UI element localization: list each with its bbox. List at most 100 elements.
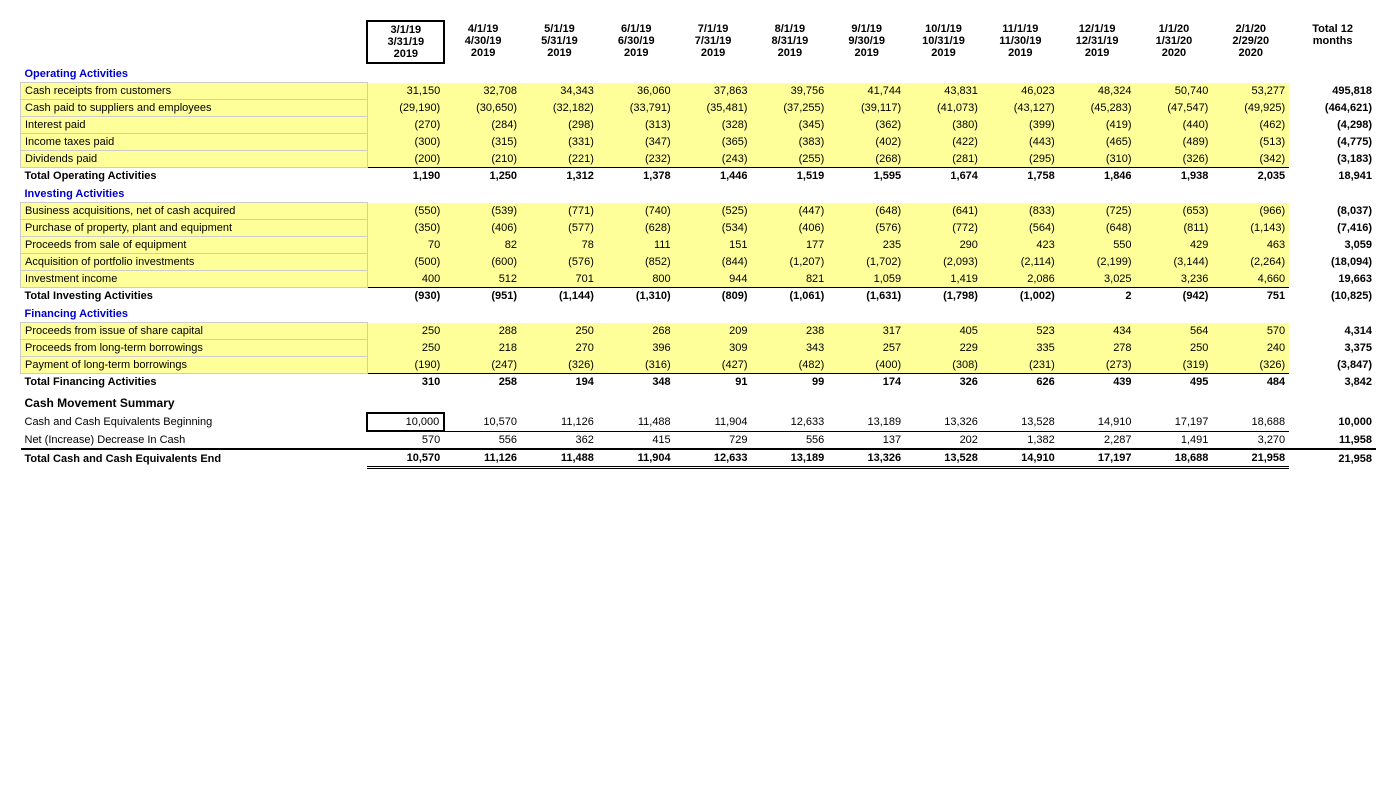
header-total-col: Total 12months <box>1289 21 1376 63</box>
header-col-3: 6/1/196/30/192019 <box>598 21 675 63</box>
data-row-3: Interest paid(270)(284)(298)(313)(328)(3… <box>21 117 1377 134</box>
net-total: 11,958 <box>1289 431 1376 449</box>
beginning-cell-10: 17,197 <box>1136 413 1213 431</box>
data-cell-0: (190) <box>367 357 444 374</box>
data-cell-11: 4,660 <box>1212 271 1289 288</box>
data-cell-3: 268 <box>598 323 675 340</box>
end-cell-1: 11,126 <box>444 449 521 468</box>
net-cell-5: 556 <box>751 431 828 449</box>
header-col-10: 1/1/201/31/202020 <box>1136 21 1213 63</box>
data-cell-7: (422) <box>905 134 982 151</box>
data-cell-0: (300) <box>367 134 444 151</box>
data-cell-1: 218 <box>444 340 521 357</box>
data-cell-10: (811) <box>1136 220 1213 237</box>
data-cell-11: (1,143) <box>1212 220 1289 237</box>
section-header-0: Operating Activities <box>21 63 1377 83</box>
data-cell-8: 523 <box>982 323 1059 340</box>
total-cell-5: 99 <box>751 374 828 391</box>
end-cell-3: 11,904 <box>598 449 675 468</box>
data-row-1: Cash receipts from customers31,15032,708… <box>21 83 1377 100</box>
data-cell-2: (298) <box>521 117 598 134</box>
data-cell-4: 309 <box>675 340 752 357</box>
row-total: (3,183) <box>1289 151 1376 168</box>
data-row-11: Acquisition of portfolio investments(500… <box>21 254 1377 271</box>
data-cell-8: (43,127) <box>982 100 1059 117</box>
data-cell-2: 250 <box>521 323 598 340</box>
total-cell-6: (1,631) <box>828 288 905 305</box>
header-col-6: 9/1/199/30/192019 <box>828 21 905 63</box>
total-row-18: Total Financing Activities31025819434891… <box>21 374 1377 391</box>
total-cell-11: 484 <box>1212 374 1289 391</box>
net-row-label: Net (Increase) Decrease In Cash <box>21 431 368 449</box>
data-cell-0: (350) <box>367 220 444 237</box>
total-cell-2: 1,312 <box>521 168 598 185</box>
data-cell-8: (443) <box>982 134 1059 151</box>
data-cell-5: (1,207) <box>751 254 828 271</box>
data-cell-7: 290 <box>905 237 982 254</box>
section-header-label: Operating Activities <box>21 63 1377 83</box>
data-row-17: Payment of long-term borrowings(190)(247… <box>21 357 1377 374</box>
total-row-label: Total Operating Activities <box>21 168 368 185</box>
data-cell-1: 32,708 <box>444 83 521 100</box>
row-label: Dividends paid <box>21 151 368 168</box>
total-cell-10: 495 <box>1136 374 1213 391</box>
header-row: 3/1/193/31/1920194/1/194/30/1920195/1/19… <box>21 21 1377 63</box>
data-cell-4: (534) <box>675 220 752 237</box>
section-header-14: Financing Activities <box>21 304 1377 323</box>
data-cell-8: (231) <box>982 357 1059 374</box>
row-label: Income taxes paid <box>21 134 368 151</box>
beginning-cell-7: 13,326 <box>905 413 982 431</box>
data-cell-2: 270 <box>521 340 598 357</box>
row-label: Cash receipts from customers <box>21 83 368 100</box>
data-cell-9: (419) <box>1059 117 1136 134</box>
data-cell-3: (347) <box>598 134 675 151</box>
data-cell-2: (32,182) <box>521 100 598 117</box>
data-cell-4: (243) <box>675 151 752 168</box>
data-cell-5: (406) <box>751 220 828 237</box>
data-cell-9: 3,025 <box>1059 271 1136 288</box>
row-label: Purchase of property, plant and equipmen… <box>21 220 368 237</box>
data-cell-0: 31,150 <box>367 83 444 100</box>
total-cell-5: 1,519 <box>751 168 828 185</box>
data-cell-1: (284) <box>444 117 521 134</box>
total-cell-6: 174 <box>828 374 905 391</box>
summary-net-row: Net (Increase) Decrease In Cash570556362… <box>21 431 1377 449</box>
header-col-2: 5/1/195/31/192019 <box>521 21 598 63</box>
data-cell-3: (232) <box>598 151 675 168</box>
data-cell-10: 50,740 <box>1136 83 1213 100</box>
data-cell-6: 257 <box>828 340 905 357</box>
total-cell-1: 1,250 <box>444 168 521 185</box>
data-cell-9: 434 <box>1059 323 1136 340</box>
data-cell-9: 278 <box>1059 340 1136 357</box>
data-cell-6: 235 <box>828 237 905 254</box>
data-cell-6: (648) <box>828 203 905 220</box>
beginning-cell-0: 10,000 <box>367 413 444 431</box>
data-cell-10: 250 <box>1136 340 1213 357</box>
data-cell-0: (270) <box>367 117 444 134</box>
data-cell-5: 821 <box>751 271 828 288</box>
data-cell-3: 396 <box>598 340 675 357</box>
data-cell-5: 238 <box>751 323 828 340</box>
data-cell-2: 701 <box>521 271 598 288</box>
data-cell-4: (328) <box>675 117 752 134</box>
net-cell-1: 556 <box>444 431 521 449</box>
end-cell-0: 10,570 <box>367 449 444 468</box>
total-cell-8: 1,758 <box>982 168 1059 185</box>
data-cell-7: (2,093) <box>905 254 982 271</box>
section-header-label: Financing Activities <box>21 304 1377 323</box>
data-cell-7: 405 <box>905 323 982 340</box>
total-cell-4: 91 <box>675 374 752 391</box>
total-cell-10: 1,938 <box>1136 168 1213 185</box>
data-cell-7: (380) <box>905 117 982 134</box>
data-cell-2: (771) <box>521 203 598 220</box>
end-cell-7: 13,528 <box>905 449 982 468</box>
net-cell-0: 570 <box>367 431 444 449</box>
data-cell-4: 209 <box>675 323 752 340</box>
end-cell-5: 13,189 <box>751 449 828 468</box>
data-cell-2: (576) <box>521 254 598 271</box>
data-cell-8: 2,086 <box>982 271 1059 288</box>
data-cell-5: 177 <box>751 237 828 254</box>
summary-beginning-row: Cash and Cash Equivalents Beginning10,00… <box>21 413 1377 431</box>
header-col-5: 8/1/198/31/192019 <box>751 21 828 63</box>
data-cell-6: (400) <box>828 357 905 374</box>
